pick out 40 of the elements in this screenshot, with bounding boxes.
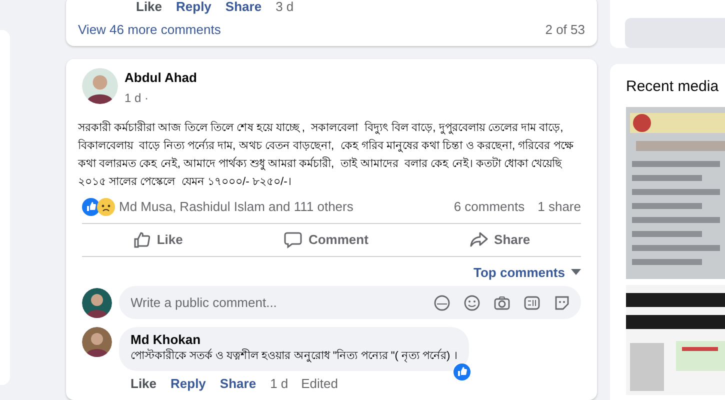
sticker-icon[interactable] xyxy=(433,294,451,312)
avatar[interactable] xyxy=(82,327,112,357)
sort-dropdown[interactable]: Top comments xyxy=(474,262,581,282)
comment-author[interactable]: Md Khokan xyxy=(130,331,458,348)
shares-count[interactable]: 1 share xyxy=(538,197,581,217)
comment-time: 3 d xyxy=(276,0,294,16)
caret-icon xyxy=(571,268,581,276)
search-field[interactable] xyxy=(625,18,725,48)
share-arrow-icon xyxy=(470,230,488,249)
reactions-summary[interactable]: Md Musa, Rashidul Islam and 111 others xyxy=(119,197,354,217)
reply-link[interactable]: Reply xyxy=(170,374,206,394)
comment-time: 1 d xyxy=(270,375,288,393)
post-text: সরকারী কর্মচারীরা আজ তিলে তিলে শেষ হয়ে যাচ্ছে , সকালবেলা বিদ্যুৎ বিল বাড়ে, দুপুরবেলায় তেলের দাম বাড়ে, বিকালবেলায় বাড়ে নিত্য পর্ন্যের দাম, অথচ বেতন বাড়ছেনা, কেহ গরিব মানুষের কথা চিন্তা ও করছেনা, গরিবের পক্ষে কথা বলারমত কেহ নেই, আমাদে পার্থক্য শুধু আমরা কর্মচারী, তাই আমাদের বলার কেহ নেই। কতটা ধোকা খেয়েছি ২০১৫ সালের পেস্কেলে যেমন ১৭০০০/- ৮২৫০/-। xyxy=(78,120,574,190)
gif-icon[interactable] xyxy=(523,294,541,312)
comment-text: পোস্টকারীকে সতর্ক ও যত্নশীল হওয়ার অনুরোধ "নিত্য পন্যের "( নৃত্য পর্নের) । xyxy=(130,348,458,364)
section-title: Recent media xyxy=(626,77,720,97)
comment-button[interactable]: Comment xyxy=(274,226,378,254)
share-link[interactable]: Share xyxy=(220,374,256,394)
edited-label: Edited xyxy=(301,375,338,393)
like-link[interactable]: Like xyxy=(130,374,157,394)
comment-input[interactable]: Write a public comment... xyxy=(128,292,421,314)
smiley-icon[interactable] xyxy=(463,294,481,312)
sticky-note-icon[interactable] xyxy=(553,294,571,312)
comments-count[interactable]: 6 comments xyxy=(454,197,525,217)
like-link[interactable]: Like xyxy=(136,0,162,17)
post-time: 1 d · xyxy=(124,90,150,107)
avatar[interactable] xyxy=(82,68,118,104)
share-link[interactable]: Share xyxy=(225,0,262,17)
comment-count: 2 of 53 xyxy=(545,21,585,39)
sad-reaction-icon xyxy=(97,198,115,216)
comment-field[interactable]: Write a public comment... xyxy=(118,286,581,319)
speech-bubble-icon xyxy=(284,230,302,249)
thumbs-up-icon xyxy=(132,230,151,249)
avatar[interactable] xyxy=(82,288,112,318)
camera-icon[interactable] xyxy=(493,294,511,312)
like-button[interactable]: Like xyxy=(122,226,193,254)
view-more-comments-link[interactable]: View 46 more comments xyxy=(78,20,221,40)
share-button[interactable]: Share xyxy=(460,226,540,254)
reply-link[interactable]: Reply xyxy=(176,0,212,17)
author-name[interactable]: Abdul Ahad xyxy=(124,68,197,87)
